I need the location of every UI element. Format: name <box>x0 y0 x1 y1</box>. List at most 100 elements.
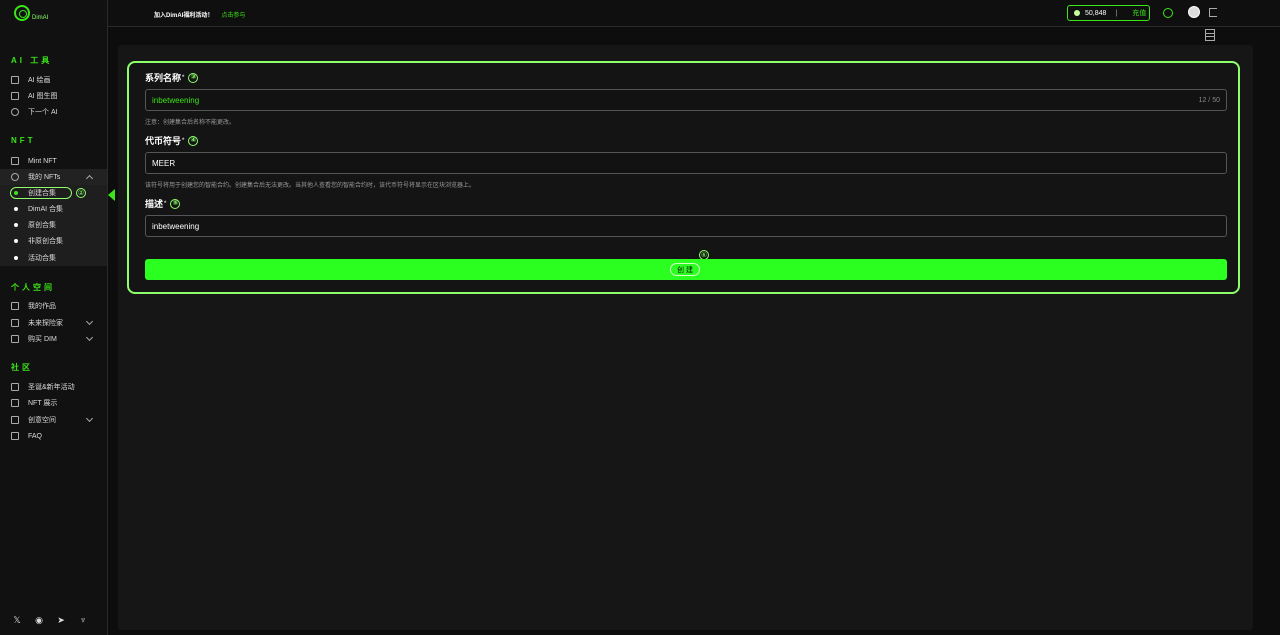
bullet-icon <box>14 255 18 260</box>
section-community: 社区 <box>11 363 33 372</box>
sidebar-item-creative-space[interactable]: 创意空间 <box>0 412 107 428</box>
callout-marker: ⑤ <box>170 198 181 209</box>
selection-highlight <box>10 187 72 199</box>
callout-marker: ② <box>76 188 86 198</box>
token-symbol-input[interactable]: MEER <box>145 152 1227 174</box>
sidebar-subitem-dimai-collection[interactable]: DimAI 合集 <box>0 201 107 217</box>
sidebar-item-label: Mint NFT <box>28 157 57 165</box>
sidebar-item-holiday-event[interactable]: 圣诞&新年活动 <box>0 379 107 395</box>
space-icon <box>11 416 19 424</box>
section-personal: 个人空间 <box>11 283 55 292</box>
callout-marker: ③ <box>188 72 199 83</box>
sidebar-item-label: 购买 DIM <box>28 336 57 343</box>
announcement-text: 加入DimAI福利活动！ <box>154 13 214 19</box>
collection-name-label: 系列名称 * ③ <box>145 71 199 84</box>
sidebar-item-label: FAQ <box>28 432 43 440</box>
sidebar-subitem-original-collection[interactable]: 原创合集 <box>0 217 107 233</box>
sidebar-item-label: 创意空间 <box>28 417 56 424</box>
balance-widget: 50,848 | 充值 <box>1067 5 1150 21</box>
coin-icon <box>1074 10 1080 16</box>
sidebar-item-label: 活动合集 <box>28 254 56 262</box>
sidebar-item-next-ai[interactable]: 下一个 AI <box>0 104 107 120</box>
balance-amount: 50,848 <box>1085 9 1107 17</box>
sidebar-item-nft-showcase[interactable]: NFT 展示 <box>0 395 107 411</box>
podcast-icon[interactable]: ♆ <box>78 615 88 626</box>
list-view-icon[interactable] <box>1205 29 1215 41</box>
char-counter: 12 / 50 <box>1198 96 1220 104</box>
required-mark: * <box>182 137 185 144</box>
balance-separator: | <box>1115 9 1118 17</box>
brand-name: DimAI <box>32 15 49 21</box>
sidebar-item-label: 未来探险家 <box>28 320 63 327</box>
sidebar-subitem-non-original-collection[interactable]: 非原创合集 <box>0 233 107 249</box>
mint-icon <box>11 157 19 165</box>
avatar[interactable] <box>1188 6 1200 18</box>
description-input[interactable]: inbetweening <box>145 215 1227 237</box>
sidebar-item-future-explorer[interactable]: 未来探险家 <box>0 315 107 331</box>
sidebar-item-ai-draw[interactable]: AI 绘画 <box>0 72 107 88</box>
collection-name-input[interactable]: inbetweening 12 / 50 <box>145 89 1227 111</box>
create-button[interactable]: 创 建 <box>145 259 1227 280</box>
announcement: 加入DimAI福利活动！ 点击参与 <box>154 10 245 19</box>
section-ai-tools: AI 工具 <box>11 56 53 65</box>
sidebar-item-ai-img2img[interactable]: AI 图生图 <box>0 88 107 104</box>
faq-icon <box>11 432 19 440</box>
image-icon <box>11 76 19 84</box>
info-icon <box>11 108 19 116</box>
sidebar-subitem-event-collection[interactable]: 活动合集 <box>0 249 107 266</box>
active-item-pointer-icon <box>108 189 115 201</box>
bullet-icon <box>14 207 18 211</box>
callout-marker: ④ <box>188 135 199 146</box>
bullet-icon <box>14 223 18 227</box>
collection-name-hint: 注意：创建集合后名称不能更改。 <box>145 120 236 126</box>
nft-icon <box>11 173 19 181</box>
globe-icon[interactable] <box>1163 8 1173 18</box>
description-label-text: 描述 <box>145 199 164 209</box>
image-edit-icon <box>11 92 19 100</box>
sidebar-item-my-nfts[interactable]: 我的 NFTs <box>0 169 107 185</box>
sidebar-item-label: NFT 展示 <box>28 400 58 407</box>
dimai-logo-icon <box>14 5 30 21</box>
sidebar-item-label: DimAI 合集 <box>28 206 63 213</box>
description-label: 描述 * ⑤ <box>145 197 181 210</box>
brand-logo[interactable]: DimAI <box>14 5 48 21</box>
sidebar-item-faq[interactable]: FAQ <box>0 428 107 444</box>
sidebar-item-label: 我的作品 <box>28 303 56 310</box>
sidebar-item-label: 我的 NFTs <box>28 174 61 181</box>
event-icon <box>11 383 19 391</box>
recharge-button[interactable]: 充值 <box>1132 8 1146 18</box>
collection-name-label-text: 系列名称 <box>145 73 182 83</box>
description-value: inbetweening <box>152 221 200 231</box>
chevron-down-icon <box>85 333 94 342</box>
sidebar-subitem-create-collection[interactable]: 创建合集 ② <box>0 185 107 201</box>
document-icon <box>11 399 19 407</box>
sidebar-item-my-works[interactable]: 我的作品 <box>0 298 107 314</box>
discord-icon[interactable]: ◉ <box>34 615 44 626</box>
logout-icon[interactable] <box>1209 8 1217 17</box>
x-twitter-icon[interactable]: 𝕏 <box>12 615 22 626</box>
sidebar-item-label: 原创合集 <box>28 222 56 229</box>
sidebar-item-label: AI 图生图 <box>28 93 58 100</box>
token-symbol-hint: 该符号将用于创建您的智能合约。创建集合后无法更改。当其他人查看您的智能合约时，该… <box>145 183 476 189</box>
chevron-up-icon <box>85 174 94 183</box>
announcement-link[interactable]: 点击参与 <box>221 10 245 19</box>
sidebar-item-label: AI 绘画 <box>28 77 51 84</box>
chevron-down-icon <box>85 317 94 326</box>
sidebar: DimAI AI 工具 AI 绘画 AI 图生图 下一个 AI NFT Mint… <box>0 0 108 635</box>
token-symbol-label-text: 代币符号 <box>145 136 182 146</box>
chevron-down-icon <box>85 414 94 423</box>
token-symbol-value: MEER <box>152 158 176 168</box>
bullet-icon <box>14 239 18 243</box>
sidebar-item-mint-nft[interactable]: Mint NFT <box>0 153 107 169</box>
sidebar-item-buy-dim[interactable]: 购买 DIM <box>0 331 107 347</box>
required-mark: * <box>164 200 167 207</box>
cart-icon <box>11 335 19 343</box>
required-mark: * <box>182 74 185 81</box>
telegram-icon[interactable]: ➤ <box>56 615 66 626</box>
sidebar-item-label: 下一个 AI <box>28 109 58 116</box>
create-collection-form: 系列名称 * ③ inbetweening 12 / 50 注意：创建集合后名称不… <box>127 61 1240 294</box>
sidebar-item-label: 圣诞&新年活动 <box>28 384 75 391</box>
sidebar-item-label: 非原创合集 <box>28 238 63 245</box>
section-nft: NFT <box>11 136 36 145</box>
collection-name-value: inbetweening <box>152 95 200 105</box>
